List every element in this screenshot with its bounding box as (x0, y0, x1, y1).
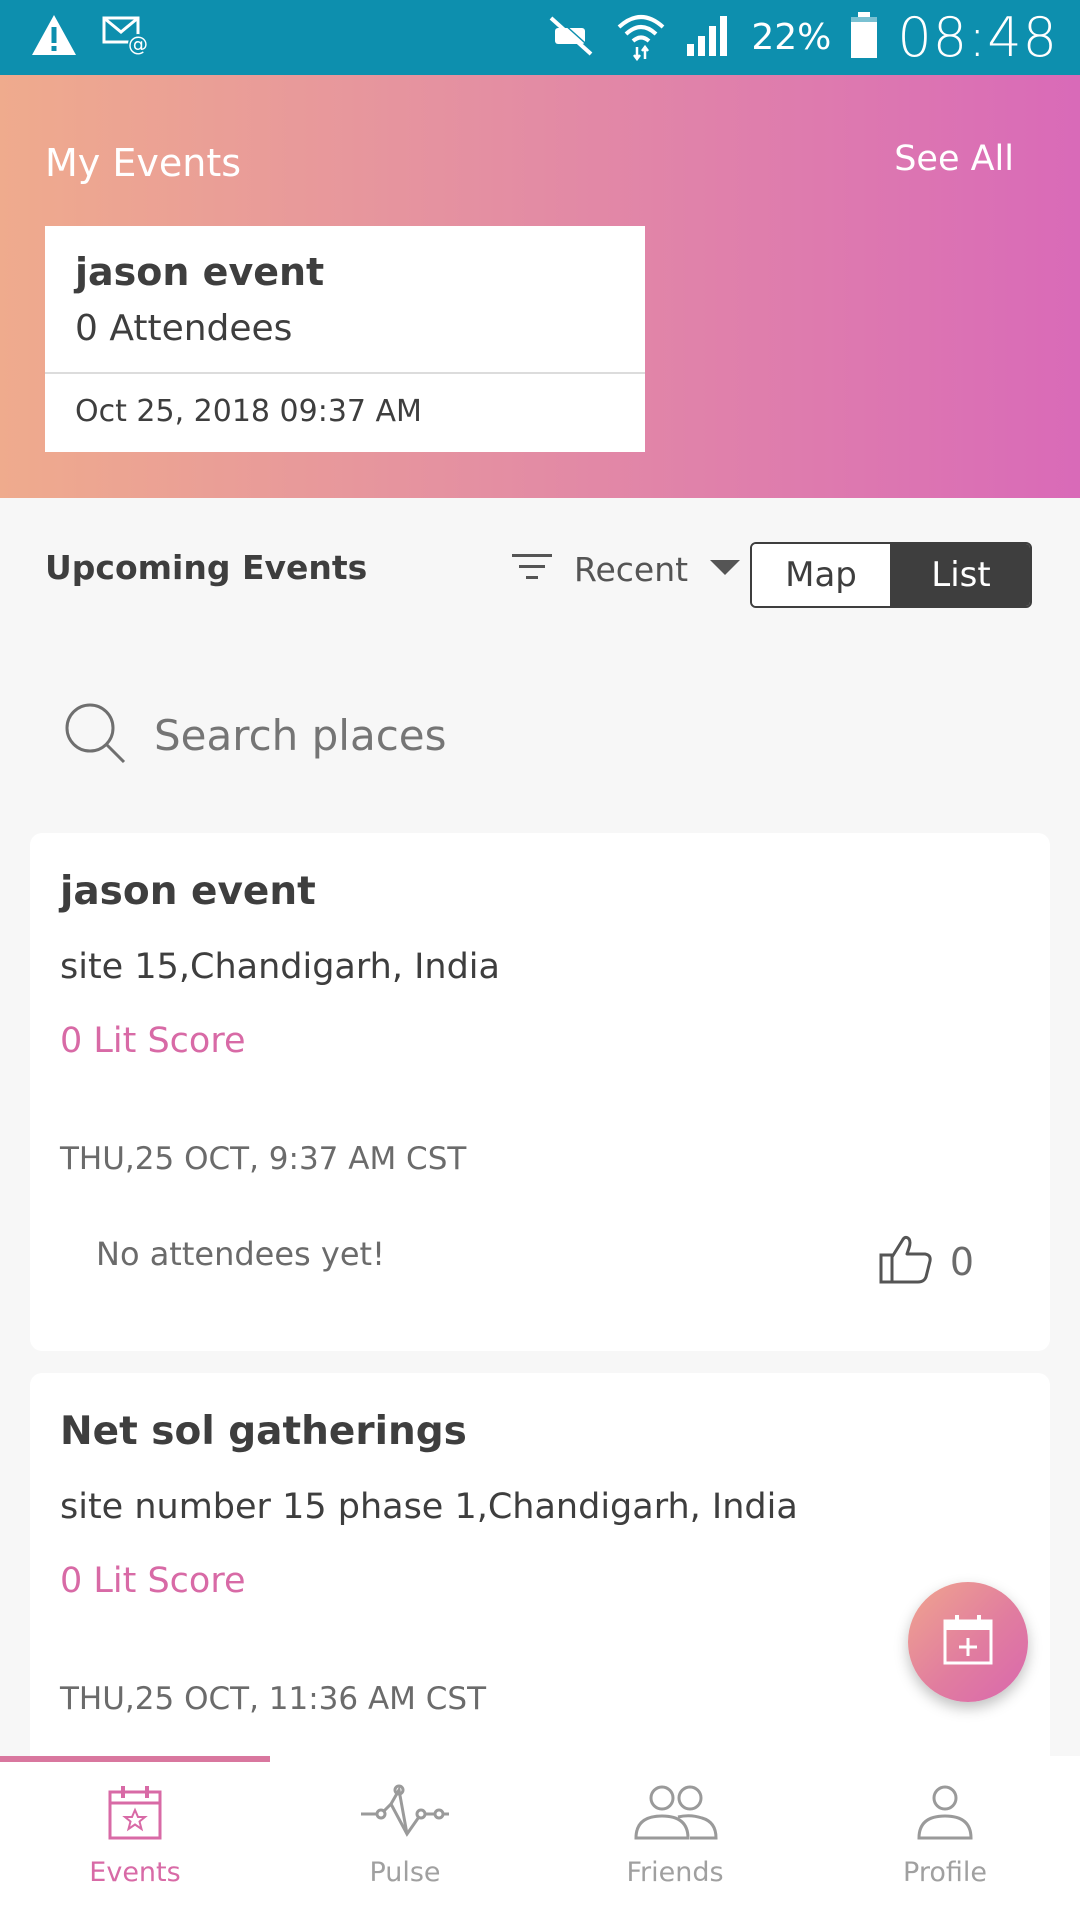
my-event-date: Oct 25, 2018 09:37 AM (75, 394, 422, 429)
event-name: jason event (60, 869, 316, 914)
sort-label: Recent (574, 550, 689, 589)
search-input[interactable] (152, 709, 956, 761)
view-toggle: Map List (750, 542, 1032, 608)
thumbs-up-icon (878, 1233, 934, 1290)
mute-icon (547, 12, 597, 63)
nav-label: Friends (626, 1857, 724, 1888)
lit-score: 0 Lit Score (60, 1561, 246, 1601)
status-bar: @ 22% 08:48 (0, 0, 1080, 75)
event-datetime: THU,25 OCT, 9:37 AM CST (60, 1141, 467, 1177)
attendees-status: No attendees yet! (96, 1235, 385, 1273)
search-icon (60, 698, 130, 773)
see-all-link[interactable]: See All (894, 139, 1014, 179)
like-count: 0 (949, 1239, 974, 1284)
event-location: site number 15 phase 1,Chandigarh, India (60, 1487, 798, 1527)
my-event-name: jason event (75, 250, 325, 294)
list-toggle-button[interactable]: List (892, 544, 1030, 606)
nav-item-events[interactable]: Events (0, 1756, 270, 1920)
signal-icon (685, 12, 733, 63)
warning-icon (30, 12, 78, 63)
friends-icon (632, 1784, 718, 1847)
svg-text:@: @ (128, 32, 148, 56)
bottom-navigation: Events Pulse Friends Profile (0, 1756, 1080, 1920)
my-events-title: My Events (45, 141, 242, 185)
wifi-icon (615, 9, 667, 66)
my-event-card[interactable]: jason event 0 Attendees Oct 25, 2018 09:… (45, 226, 645, 452)
battery-percentage: 22% (751, 17, 832, 58)
filter-icon (510, 552, 554, 587)
mail-at-icon: @ (102, 12, 152, 63)
create-event-button[interactable] (908, 1582, 1028, 1702)
nav-label: Profile (903, 1857, 987, 1888)
search-bar[interactable] (60, 700, 1020, 770)
like-button[interactable]: 0 (878, 1233, 974, 1290)
nav-item-pulse[interactable]: Pulse (270, 1756, 540, 1920)
battery-icon (849, 10, 879, 65)
caret-down-icon (708, 557, 742, 582)
pulse-icon (359, 1784, 451, 1847)
event-datetime: THU,25 OCT, 11:36 AM CST (60, 1681, 487, 1717)
calendar-plus-icon (942, 1613, 994, 1672)
lit-score: 0 Lit Score (60, 1021, 246, 1061)
nav-label: Pulse (369, 1857, 441, 1888)
clock: 08:48 (897, 6, 1058, 69)
upcoming-events-title: Upcoming Events (45, 548, 368, 587)
calendar-star-icon (107, 1784, 163, 1847)
my-event-attendees: 0 Attendees (75, 308, 293, 349)
nav-item-profile[interactable]: Profile (810, 1756, 1080, 1920)
event-location: site 15,Chandigarh, India (60, 947, 500, 987)
map-toggle-button[interactable]: Map (752, 544, 892, 606)
divider (45, 372, 645, 374)
my-events-section: My Events See All jason event 0 Attendee… (0, 75, 1080, 498)
nav-item-friends[interactable]: Friends (540, 1756, 810, 1920)
nav-label: Events (89, 1857, 181, 1888)
sort-dropdown[interactable]: Recent (510, 550, 742, 589)
event-card[interactable]: jason event site 15,Chandigarh, India 0 … (30, 833, 1050, 1351)
profile-icon (915, 1784, 975, 1847)
event-name: Net sol gatherings (60, 1409, 467, 1454)
